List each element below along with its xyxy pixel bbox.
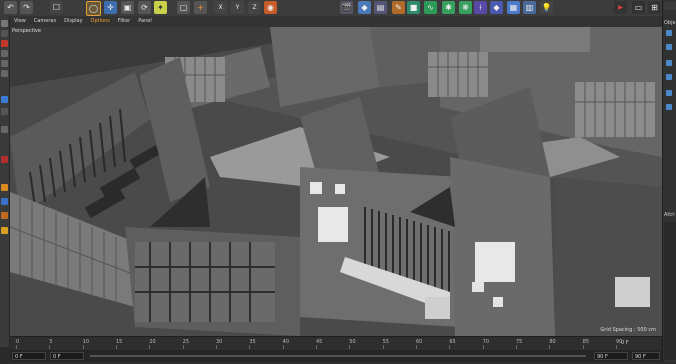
coordinate-system-icon[interactable]: ◉ [264, 1, 277, 14]
grid-spacing-label: Grid Spacing : 500 cm [600, 327, 656, 333]
attributes-panel-label: Attri [664, 212, 675, 218]
floor-icon[interactable]: ▦ [507, 1, 520, 14]
uv-icon[interactable] [1, 212, 8, 219]
nurbs-icon[interactable]: ✱ [442, 1, 455, 14]
menu-view[interactable]: View [10, 16, 30, 27]
render-picture-icon[interactable]: ◆ [358, 1, 371, 14]
menu-filter[interactable]: Filter [114, 16, 134, 27]
move-icon[interactable]: ✛ [104, 1, 117, 14]
timeline-tick-mark [316, 345, 317, 349]
current-frame-field[interactable]: 0 F [50, 352, 84, 360]
timeline-tick-mark [216, 345, 217, 349]
timeline-tick-mark [416, 345, 417, 349]
spline-icon[interactable]: ∿ [424, 1, 437, 14]
light-bulb-icon[interactable]: 💡 [540, 1, 553, 14]
object-manager-tab[interactable] [664, 2, 676, 10]
brush-icon[interactable] [1, 184, 8, 191]
deformer-icon[interactable]: ⟊ [474, 1, 487, 14]
start-frame-field[interactable]: 0 F [12, 352, 46, 360]
model-mode-icon[interactable] [1, 30, 8, 37]
object-icon[interactable] [666, 44, 672, 50]
points-mode-icon[interactable] [1, 50, 8, 57]
viewport-camera-label: Perspective [12, 28, 41, 34]
menu-cameras[interactable]: Cameras [30, 16, 60, 27]
sculpt-icon[interactable] [1, 156, 8, 163]
right-panel: Obje Attri [662, 0, 676, 363]
rotate-icon[interactable]: ⟳ [138, 1, 151, 14]
edit-render-settings-icon[interactable]: ✎ [392, 1, 405, 14]
timeline-tick-mark [82, 345, 84, 349]
object-mode-icon[interactable]: ▢ [177, 1, 190, 14]
cube-primitive-icon[interactable]: ■ [407, 1, 420, 14]
live-select-icon[interactable]: ☐ [50, 1, 63, 14]
scale-icon[interactable]: ▣ [121, 1, 134, 14]
menu-panel[interactable]: Panel [134, 16, 156, 27]
timeline: 0 5 10 15 20 25 30 35 40 45 50 55 60 65 70 75 80 85 90 0 F… [10, 336, 662, 364]
object-icon[interactable] [666, 104, 672, 110]
timeline-tick-mark [249, 345, 251, 349]
circle-select-icon[interactable]: ◯ [86, 1, 101, 16]
snap-icon[interactable] [1, 96, 8, 103]
top-toolbar: ↶ ↷ ☐ ◯ ✛ ▣ ⟳ ✦ ▢ + X Y Z ◉ 🎬 ◆ ▤ ✎ ■ ∿ … [0, 0, 676, 17]
z-axis-icon[interactable]: Z [248, 1, 261, 14]
timeline-tick-mark [116, 345, 117, 349]
timeline-tick-mark [49, 345, 51, 349]
menu-display[interactable]: Display [60, 16, 86, 27]
timeline-tick-mark [582, 345, 584, 349]
object-icon[interactable] [666, 74, 672, 80]
film-icon[interactable]: ▭ [632, 1, 645, 14]
workplane-icon[interactable] [1, 108, 8, 115]
frame-controls: 0 F 0 F 90 F 90 F [10, 350, 662, 362]
attributes-panel [664, 222, 676, 360]
world-axis-icon[interactable]: + [194, 1, 207, 14]
camera-icon[interactable]: ▥ [523, 1, 536, 14]
polygons-mode-icon[interactable] [1, 70, 8, 77]
timeline-tick-mark [482, 345, 484, 349]
timeline-tick-mark [449, 345, 451, 349]
timeline-tick-mark [149, 345, 151, 349]
timeline-tick-mark [282, 345, 284, 349]
clapboard-icon[interactable]: ▶ [614, 1, 627, 14]
paint-icon[interactable] [1, 198, 8, 205]
object-icon[interactable] [666, 30, 672, 36]
render-view-icon[interactable]: 🎬 [340, 1, 353, 14]
viewport-menu-bar: View Cameras Display Options Filter Pane… [10, 16, 662, 27]
scene-icon[interactable]: ◆ [490, 1, 503, 14]
layout-icon[interactable]: ⊞ [648, 1, 661, 14]
recent-tools-icon[interactable]: ✦ [154, 1, 167, 14]
timeline-tick-mark [16, 345, 17, 349]
make-editable-icon[interactable] [1, 20, 8, 27]
timeline-tick-mark [182, 345, 184, 349]
x-axis-icon[interactable]: X [214, 1, 227, 14]
mograph-icon[interactable]: ❋ [459, 1, 472, 14]
menu-options[interactable]: Options [87, 16, 114, 27]
left-toolbar [0, 16, 10, 347]
lock-icon[interactable] [1, 126, 8, 133]
timeline-tick-mark [382, 345, 384, 349]
preview-end-field[interactable]: 90 F [632, 352, 660, 360]
object-icon[interactable] [666, 60, 672, 66]
frame-range-slider[interactable] [90, 355, 586, 357]
timeline-tick-mark [549, 345, 551, 349]
render-settings-icon[interactable]: ▤ [374, 1, 387, 14]
texture-mode-icon[interactable] [1, 40, 8, 47]
scene-render [10, 27, 662, 336]
objects-panel-label: Obje [664, 20, 676, 26]
object-icon[interactable] [666, 90, 672, 96]
timeline-tick-mark [349, 345, 351, 349]
timeline-tick-mark [616, 345, 617, 349]
tweak-icon[interactable] [1, 227, 8, 234]
timeline-tick-mark [516, 345, 517, 349]
viewport-3d[interactable]: Perspective Grid Spacing : 500 cm [10, 27, 662, 336]
timeline-ruler[interactable]: 0 5 10 15 20 25 30 35 40 45 50 55 60 65 70 75 80 85 90 [14, 339, 650, 349]
undo-icon[interactable]: ↶ [4, 1, 17, 14]
redo-icon[interactable]: ↷ [20, 1, 33, 14]
y-axis-icon[interactable]: Y [231, 1, 244, 14]
current-frame-readout: 0 F [621, 340, 629, 346]
edges-mode-icon[interactable] [1, 60, 8, 67]
end-frame-field[interactable]: 90 F [594, 352, 628, 360]
